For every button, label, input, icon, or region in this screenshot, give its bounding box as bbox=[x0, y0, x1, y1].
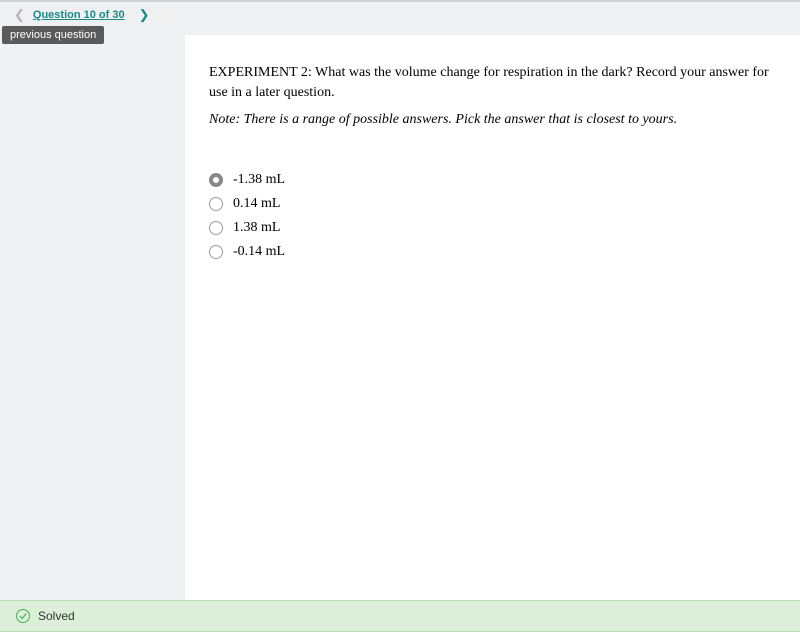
status-text: Solved bbox=[38, 609, 75, 623]
option-label: 1.38 mL bbox=[233, 220, 280, 236]
option-label: 0.14 mL bbox=[233, 196, 280, 212]
option-label: -0.14 mL bbox=[233, 244, 285, 260]
question-text: EXPERIMENT 2: What was the volume change… bbox=[209, 63, 776, 102]
options-group: -1.38 mL 0.14 mL 1.38 mL -0.14 mL bbox=[209, 168, 776, 264]
option-row[interactable]: 0.14 mL bbox=[209, 192, 776, 216]
prev-question-tooltip: previous question bbox=[2, 26, 104, 44]
check-icon bbox=[16, 609, 30, 623]
status-footer: Solved bbox=[0, 600, 800, 632]
question-counter[interactable]: Question 10 of 30 bbox=[33, 9, 125, 21]
option-row[interactable]: 1.38 mL bbox=[209, 216, 776, 240]
radio-icon bbox=[209, 173, 223, 187]
next-question-chevron[interactable]: ❯ bbox=[135, 7, 154, 23]
option-row[interactable]: -1.38 mL bbox=[209, 168, 776, 192]
option-row[interactable]: -0.14 mL bbox=[209, 240, 776, 264]
prev-question-chevron[interactable]: ❮ bbox=[10, 7, 29, 23]
radio-icon bbox=[209, 245, 223, 259]
option-label: -1.38 mL bbox=[233, 172, 285, 188]
top-nav-bar: ❮ Question 10 of 30 ❯ previous question bbox=[0, 0, 800, 28]
radio-icon bbox=[209, 197, 223, 211]
question-note: Note: There is a range of possible answe… bbox=[209, 112, 776, 128]
question-panel: EXPERIMENT 2: What was the volume change… bbox=[185, 35, 800, 600]
radio-icon bbox=[209, 221, 223, 235]
